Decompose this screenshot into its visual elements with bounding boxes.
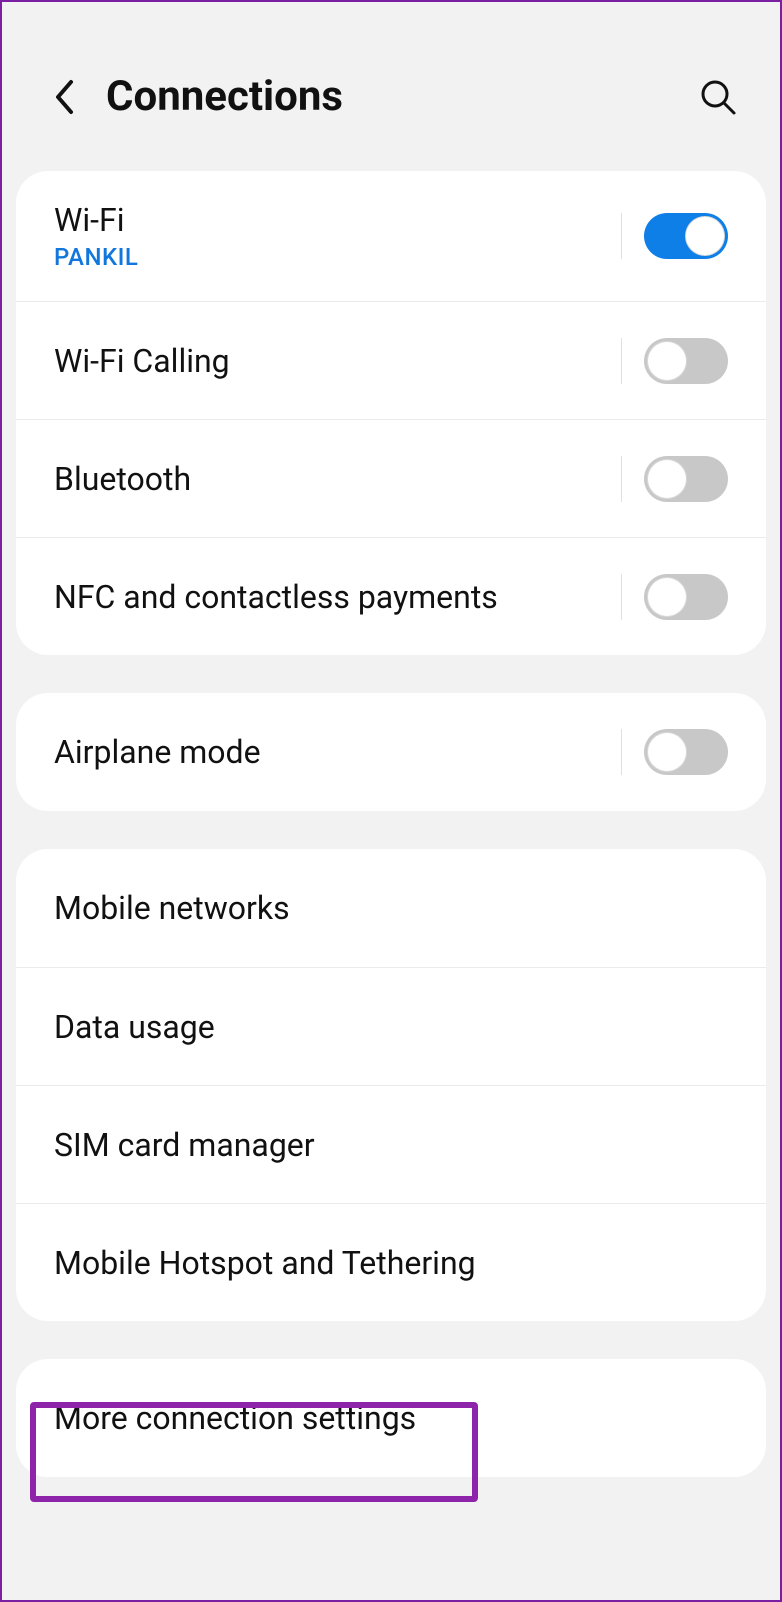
search-icon xyxy=(699,78,737,116)
nfc-text: NFC and contactless payments xyxy=(54,578,611,616)
airplane-label: Airplane mode xyxy=(54,733,611,771)
connections-group-4: More connection settings xyxy=(16,1359,766,1477)
bluetooth-toggle[interactable] xyxy=(644,456,728,502)
data-usage-label: Data usage xyxy=(54,1008,728,1046)
data-usage-row[interactable]: Data usage xyxy=(16,967,766,1085)
search-button[interactable] xyxy=(696,75,740,119)
airplane-mode-row[interactable]: Airplane mode xyxy=(16,693,766,811)
header: Connections xyxy=(2,2,780,171)
wifi-calling-text: Wi-Fi Calling xyxy=(54,342,611,380)
wifi-calling-label: Wi-Fi Calling xyxy=(54,342,611,380)
wifi-label: Wi-Fi xyxy=(54,201,611,239)
more-connection-settings-label: More connection settings xyxy=(54,1399,728,1437)
divider xyxy=(621,338,622,384)
mobile-networks-label: Mobile networks xyxy=(54,889,728,927)
divider xyxy=(621,574,622,620)
connections-group-3: Mobile networks Data usage SIM card mana… xyxy=(16,849,766,1321)
divider xyxy=(621,729,622,775)
nfc-label: NFC and contactless payments xyxy=(54,578,611,616)
wifi-text: Wi-Fi PANKIL xyxy=(54,201,611,271)
bluetooth-label: Bluetooth xyxy=(54,460,611,498)
connections-group-2: Airplane mode xyxy=(16,693,766,811)
wifi-network-name: PANKIL xyxy=(54,243,611,271)
nfc-toggle[interactable] xyxy=(644,574,728,620)
hotspot-label: Mobile Hotspot and Tethering xyxy=(54,1244,728,1282)
page-title: Connections xyxy=(106,72,696,121)
airplane-toggle[interactable] xyxy=(644,729,728,775)
bluetooth-row[interactable]: Bluetooth xyxy=(16,419,766,537)
airplane-text: Airplane mode xyxy=(54,733,611,771)
mobile-hotspot-row[interactable]: Mobile Hotspot and Tethering xyxy=(16,1203,766,1321)
wifi-calling-toggle[interactable] xyxy=(644,338,728,384)
back-button[interactable] xyxy=(42,75,86,119)
chevron-left-icon xyxy=(53,79,75,115)
sim-label: SIM card manager xyxy=(54,1126,728,1164)
divider xyxy=(621,213,622,259)
more-connection-settings-row[interactable]: More connection settings xyxy=(16,1359,766,1477)
wifi-calling-row[interactable]: Wi-Fi Calling xyxy=(16,301,766,419)
connections-group-1: Wi-Fi PANKIL Wi-Fi Calling Bluetooth NFC… xyxy=(16,171,766,655)
bluetooth-text: Bluetooth xyxy=(54,460,611,498)
nfc-row[interactable]: NFC and contactless payments xyxy=(16,537,766,655)
wifi-row[interactable]: Wi-Fi PANKIL xyxy=(16,171,766,301)
wifi-toggle[interactable] xyxy=(644,213,728,259)
divider xyxy=(621,456,622,502)
mobile-networks-row[interactable]: Mobile networks xyxy=(16,849,766,967)
sim-card-manager-row[interactable]: SIM card manager xyxy=(16,1085,766,1203)
